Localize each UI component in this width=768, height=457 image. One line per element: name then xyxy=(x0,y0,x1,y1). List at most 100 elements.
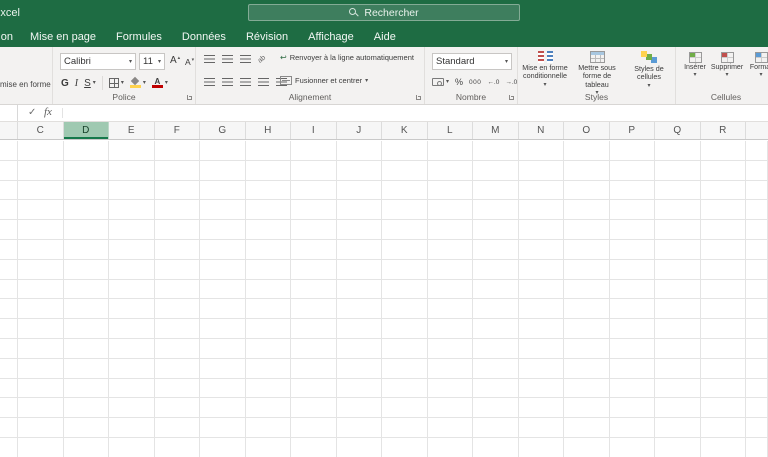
cell-I7[interactable] xyxy=(291,259,337,280)
cell-O15[interactable] xyxy=(564,418,610,438)
cell-I5[interactable] xyxy=(291,220,337,240)
cell-E7[interactable] xyxy=(109,259,155,280)
decrease-decimal-button[interactable]: →.0 xyxy=(505,79,517,86)
cell-C13[interactable] xyxy=(18,378,64,399)
cell-D16[interactable] xyxy=(63,437,109,457)
cell-K11[interactable] xyxy=(382,338,428,359)
cell-O13[interactable] xyxy=(564,378,610,399)
cell-L3[interactable] xyxy=(427,180,473,201)
merge-center-button[interactable]: Fusionner et centrer ▾ xyxy=(280,76,368,85)
cell-D13[interactable] xyxy=(63,378,109,399)
cell-D14[interactable] xyxy=(63,398,109,419)
row-header-partial-cell[interactable] xyxy=(0,141,18,161)
cell-D10[interactable] xyxy=(63,319,109,339)
cell-J9[interactable] xyxy=(336,299,382,320)
align-left-icon[interactable] xyxy=(204,78,215,86)
row-header-partial-cell[interactable] xyxy=(0,319,18,339)
row-header-partial-cell[interactable] xyxy=(0,200,18,221)
cell-partial[interactable] xyxy=(746,358,768,379)
cell-Q3[interactable] xyxy=(655,180,701,201)
cell-F13[interactable] xyxy=(154,378,200,399)
row-header-partial-cell[interactable] xyxy=(0,180,18,201)
cell-K2[interactable] xyxy=(382,160,428,181)
cell-P3[interactable] xyxy=(609,180,655,201)
cell-K3[interactable] xyxy=(382,180,428,201)
cell-Q10[interactable] xyxy=(655,319,701,339)
cell-C7[interactable] xyxy=(18,259,64,280)
cell-E6[interactable] xyxy=(109,239,155,260)
cell-K7[interactable] xyxy=(382,259,428,280)
cell-Q1[interactable] xyxy=(655,141,701,161)
cell-N9[interactable] xyxy=(518,299,564,320)
cell-R16[interactable] xyxy=(700,437,746,457)
cell-I12[interactable] xyxy=(291,358,337,379)
format-cells-button[interactable]: Format ▾ xyxy=(746,52,768,78)
cell-E5[interactable] xyxy=(109,220,155,240)
cell-J6[interactable] xyxy=(336,239,382,260)
cell-L9[interactable] xyxy=(427,299,473,320)
cell-Q4[interactable] xyxy=(655,200,701,221)
cell-M4[interactable] xyxy=(473,200,519,221)
cell-Q9[interactable] xyxy=(655,299,701,320)
cell-N11[interactable] xyxy=(518,338,564,359)
decrease-font-button[interactable]: A ▾ xyxy=(185,57,194,67)
cell-E10[interactable] xyxy=(109,319,155,339)
cell-N15[interactable] xyxy=(518,418,564,438)
cell-P8[interactable] xyxy=(609,279,655,300)
cell-E11[interactable] xyxy=(109,338,155,359)
cell-I6[interactable] xyxy=(291,239,337,260)
tab-donnees[interactable]: Données xyxy=(172,26,236,47)
cell-R15[interactable] xyxy=(700,418,746,438)
cell-D5[interactable] xyxy=(63,220,109,240)
cell-L13[interactable] xyxy=(427,378,473,399)
cell-D11[interactable] xyxy=(63,338,109,359)
cell-Q12[interactable] xyxy=(655,358,701,379)
cell-F9[interactable] xyxy=(154,299,200,320)
column-header-P[interactable]: P xyxy=(610,122,655,139)
cell-C4[interactable] xyxy=(18,200,64,221)
cell-N4[interactable] xyxy=(518,200,564,221)
cell-I1[interactable] xyxy=(291,141,337,161)
cell-D12[interactable] xyxy=(63,358,109,379)
cell-G14[interactable] xyxy=(200,398,246,419)
row-header-partial-cell[interactable] xyxy=(0,398,18,419)
cell-P10[interactable] xyxy=(609,319,655,339)
formula-input[interactable] xyxy=(66,105,768,121)
cell-O12[interactable] xyxy=(564,358,610,379)
column-header-E[interactable]: E xyxy=(109,122,155,139)
cell-M6[interactable] xyxy=(473,239,519,260)
align-center-icon[interactable] xyxy=(222,78,233,86)
cell-F8[interactable] xyxy=(154,279,200,300)
row-header-partial-cell[interactable] xyxy=(0,279,18,300)
cell-C16[interactable] xyxy=(18,437,64,457)
cell-G11[interactable] xyxy=(200,338,246,359)
name-box-partial[interactable] xyxy=(0,105,18,121)
cell-J10[interactable] xyxy=(336,319,382,339)
column-header-partial[interactable] xyxy=(746,122,768,139)
cell-H10[interactable] xyxy=(245,319,291,339)
cell-J3[interactable] xyxy=(336,180,382,201)
cell-H8[interactable] xyxy=(245,279,291,300)
cell-C10[interactable] xyxy=(18,319,64,339)
cell-L11[interactable] xyxy=(427,338,473,359)
cell-N16[interactable] xyxy=(518,437,564,457)
cell-D9[interactable] xyxy=(63,299,109,320)
cell-D8[interactable] xyxy=(63,279,109,300)
cell-partial[interactable] xyxy=(746,299,768,320)
cell-E8[interactable] xyxy=(109,279,155,300)
cell-I3[interactable] xyxy=(291,180,337,201)
cell-P12[interactable] xyxy=(609,358,655,379)
tab-mise-en-page[interactable]: Mise en page xyxy=(20,26,106,47)
cell-O10[interactable] xyxy=(564,319,610,339)
cell-C3[interactable] xyxy=(18,180,64,201)
cell-C9[interactable] xyxy=(18,299,64,320)
align-top-icon[interactable] xyxy=(204,55,215,63)
cell-K13[interactable] xyxy=(382,378,428,399)
column-header-C[interactable]: C xyxy=(18,122,64,139)
cell-F2[interactable] xyxy=(154,160,200,181)
tab-insertion[interactable]: Insertion xyxy=(0,26,20,47)
cell-C15[interactable] xyxy=(18,418,64,438)
cell-I9[interactable] xyxy=(291,299,337,320)
cell-F11[interactable] xyxy=(154,338,200,359)
cell-partial[interactable] xyxy=(746,418,768,438)
